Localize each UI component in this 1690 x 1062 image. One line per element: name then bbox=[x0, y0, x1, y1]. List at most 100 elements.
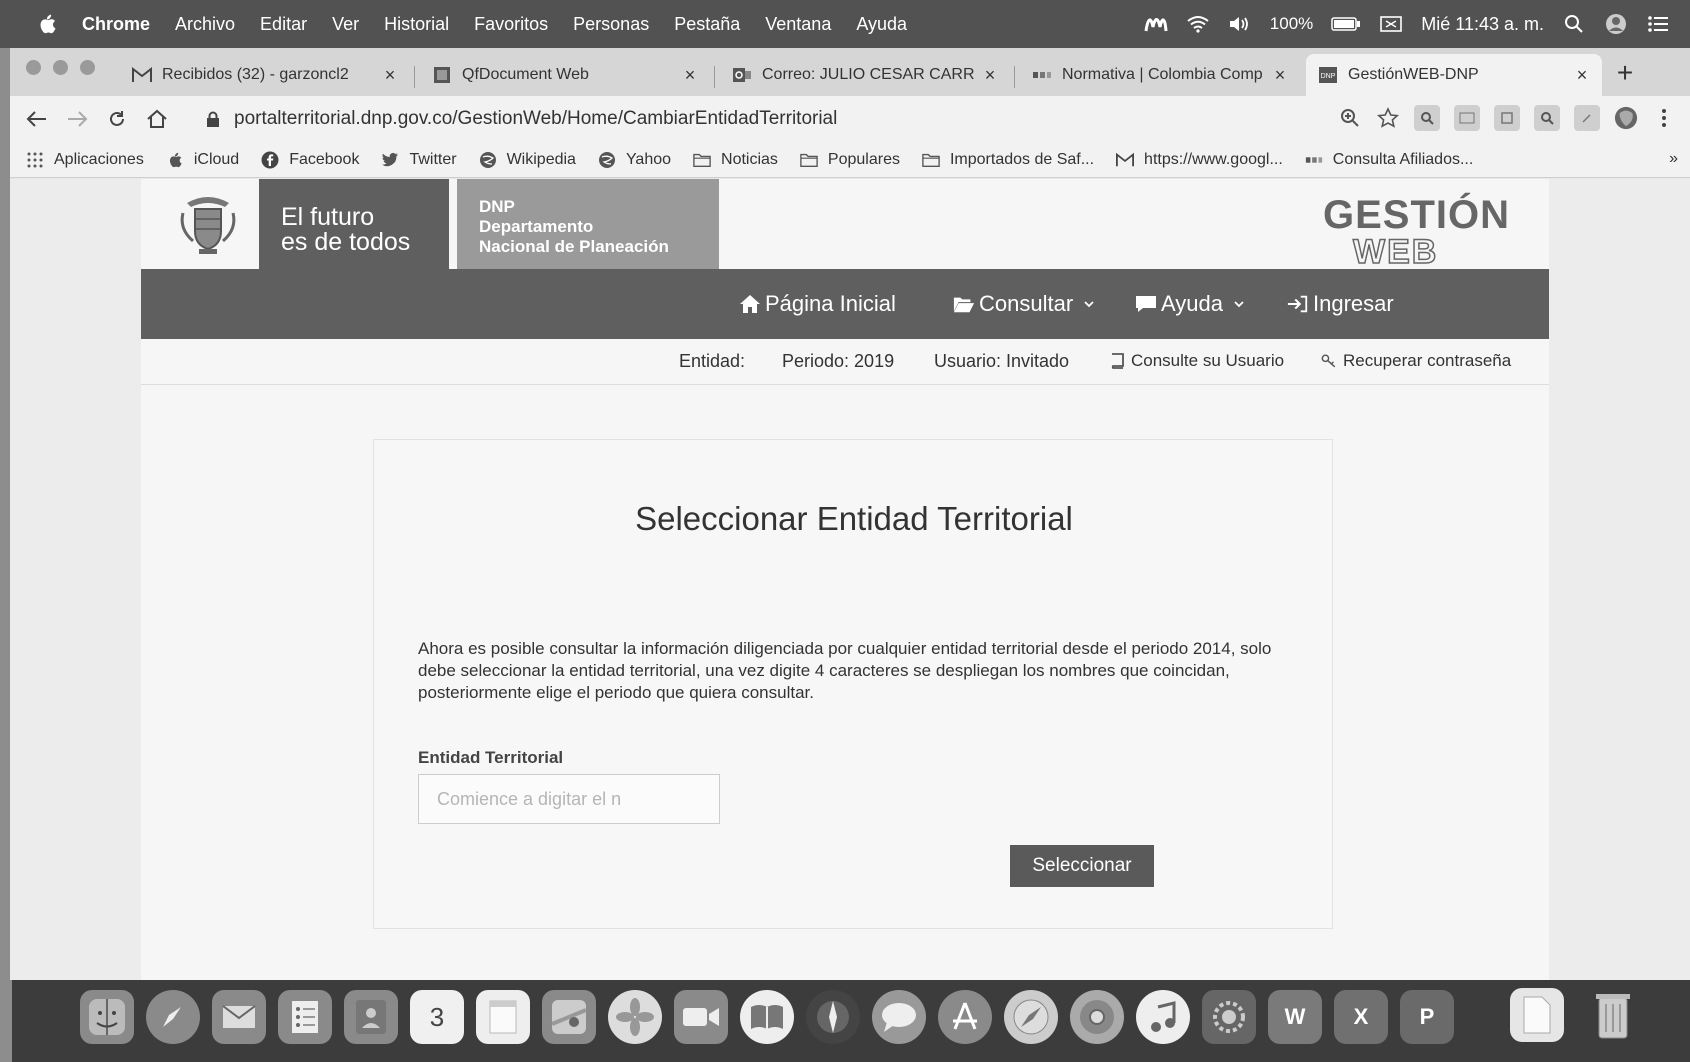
volume-icon[interactable] bbox=[1228, 13, 1252, 35]
books-icon[interactable] bbox=[740, 990, 794, 1044]
menu-archivo[interactable]: Archivo bbox=[175, 14, 235, 35]
powerpoint-icon[interactable]: P bbox=[1400, 990, 1454, 1044]
facebook-icon bbox=[261, 151, 279, 168]
notes-icon[interactable] bbox=[476, 990, 530, 1044]
bookmark-consulta-afiliados[interactable]: Consulta Afiliados... bbox=[1305, 150, 1474, 169]
wifi-icon[interactable] bbox=[1186, 13, 1210, 35]
app-store-icon[interactable] bbox=[938, 990, 992, 1044]
menu-app-name[interactable]: Chrome bbox=[82, 14, 150, 35]
extension-clip-icon[interactable] bbox=[1574, 105, 1600, 131]
extension-pc-icon[interactable] bbox=[1454, 105, 1480, 131]
gestion-web-logo[interactable]: GESTIÓN WEB bbox=[1323, 195, 1513, 270]
trash-icon[interactable] bbox=[1586, 988, 1640, 1042]
bookmark-importados[interactable]: Importados de Saf... bbox=[922, 151, 1094, 169]
recuperar-contrasena-link[interactable]: Recuperar contraseña bbox=[1321, 351, 1511, 371]
tab-close-icon[interactable]: × bbox=[1272, 66, 1288, 84]
notification-center-icon[interactable] bbox=[1646, 13, 1670, 35]
mail-icon[interactable] bbox=[212, 990, 266, 1044]
address-bar[interactable]: portalterritorial.dnp.gov.co/GestionWeb/… bbox=[206, 104, 1306, 134]
bookmark-star-icon[interactable] bbox=[1376, 107, 1400, 129]
zoom-icon[interactable] bbox=[1338, 107, 1362, 129]
bookmark-icloud[interactable]: iCloud bbox=[166, 151, 239, 169]
display-icon[interactable] bbox=[1379, 13, 1403, 35]
system-preferences-icon[interactable] bbox=[1202, 990, 1256, 1044]
bookmark-yahoo[interactable]: Yahoo bbox=[598, 151, 671, 169]
extension-search-icon[interactable] bbox=[1414, 105, 1440, 131]
consulte-usuario-link[interactable]: Consulte su Usuario bbox=[1109, 351, 1284, 371]
contacts-icon[interactable] bbox=[344, 990, 398, 1044]
messages-icon[interactable] bbox=[872, 990, 926, 1044]
maps-icon[interactable] bbox=[542, 990, 596, 1044]
bookmark-populares[interactable]: Populares bbox=[800, 151, 900, 169]
link-label: Consulte su Usuario bbox=[1131, 351, 1285, 370]
extension-square-icon[interactable] bbox=[1494, 105, 1520, 131]
seleccionar-button[interactable]: Seleccionar bbox=[1010, 845, 1154, 887]
movistar-icon[interactable] bbox=[1144, 13, 1168, 35]
tab-gestionweb-dnp[interactable]: DNP GestiónWEB-DNP × bbox=[1306, 54, 1602, 96]
tab-close-icon[interactable]: × bbox=[1574, 66, 1590, 84]
window-minimize-button[interactable] bbox=[53, 60, 68, 75]
menu-personas[interactable]: Personas bbox=[573, 14, 649, 35]
window-close-button[interactable] bbox=[26, 60, 41, 75]
battery-icon[interactable] bbox=[1331, 13, 1361, 35]
facetime-icon[interactable] bbox=[674, 990, 728, 1044]
tab-close-icon[interactable]: × bbox=[382, 66, 398, 84]
safari-compass-icon[interactable] bbox=[806, 990, 860, 1044]
new-tab-button[interactable]: + bbox=[1610, 58, 1640, 88]
itunes-icon[interactable] bbox=[1136, 990, 1190, 1044]
nav-ingresar[interactable]: Ingresar bbox=[1287, 269, 1394, 339]
window-zoom-button[interactable] bbox=[80, 60, 95, 75]
reload-button[interactable] bbox=[104, 106, 130, 132]
home-button[interactable] bbox=[144, 106, 170, 132]
bookmark-aplicaciones[interactable]: Aplicaciones bbox=[26, 151, 144, 169]
menu-pestana[interactable]: Pestaña bbox=[674, 14, 740, 35]
profile-avatar-icon[interactable] bbox=[1614, 106, 1638, 130]
menu-ayuda[interactable]: Ayuda bbox=[856, 14, 907, 35]
chrome-menu-icon[interactable] bbox=[1652, 107, 1676, 129]
document-file-icon[interactable] bbox=[1510, 988, 1564, 1042]
select-entity-panel: Seleccionar Entidad Territorial Ahora es… bbox=[373, 439, 1333, 929]
bookmark-facebook[interactable]: Facebook bbox=[261, 151, 359, 169]
menu-clock[interactable]: Mié 11:43 a. m. bbox=[1421, 14, 1544, 35]
calendar-icon[interactable]: 3 bbox=[410, 990, 464, 1044]
tab-colombia-compra[interactable]: Normativa | Colombia Comp × bbox=[1020, 54, 1300, 96]
tab-outlook[interactable]: Correo: JULIO CESAR CARR × bbox=[720, 54, 1010, 96]
finder-icon[interactable] bbox=[80, 990, 134, 1044]
menu-editar[interactable]: Editar bbox=[260, 14, 307, 35]
lock-icon[interactable] bbox=[206, 111, 220, 127]
coat-of-arms-logo[interactable] bbox=[177, 189, 239, 259]
user-avatar-icon[interactable] bbox=[1604, 13, 1628, 35]
tab-close-icon[interactable]: × bbox=[982, 66, 998, 84]
photos-icon[interactable] bbox=[608, 990, 662, 1044]
word-icon[interactable]: W bbox=[1268, 990, 1322, 1044]
nav-ayuda[interactable]: Ayuda bbox=[1135, 269, 1245, 339]
menu-ventana[interactable]: Ventana bbox=[765, 14, 831, 35]
bookmark-twitter[interactable]: Twitter bbox=[381, 151, 457, 169]
tab-close-icon[interactable]: × bbox=[682, 66, 698, 84]
menu-favoritos[interactable]: Favoritos bbox=[474, 14, 548, 35]
dnp-banner[interactable]: DNP Departamento Nacional de Planeación bbox=[457, 179, 719, 269]
url-text[interactable]: portalterritorial.dnp.gov.co/GestionWeb/… bbox=[234, 108, 837, 130]
menu-ver[interactable]: Ver bbox=[332, 14, 359, 35]
tab-qfdocument[interactable]: QfDocument Web × bbox=[420, 54, 710, 96]
bookmark-google[interactable]: https://www.googl... bbox=[1116, 151, 1283, 169]
bookmark-noticias[interactable]: Noticias bbox=[693, 151, 778, 169]
nav-pagina-inicial[interactable]: Página Inicial bbox=[739, 269, 896, 339]
spotlight-search-icon[interactable] bbox=[1562, 13, 1586, 35]
tab-gmail[interactable]: Recibidos (32) - garzoncl2 × bbox=[120, 54, 410, 96]
back-button[interactable] bbox=[24, 106, 50, 132]
nav-consultar[interactable]: Consultar bbox=[953, 269, 1095, 339]
bookmark-label: Consulta Afiliados... bbox=[1332, 150, 1474, 168]
excel-icon[interactable]: X bbox=[1334, 990, 1388, 1044]
forward-button[interactable] bbox=[64, 106, 90, 132]
safari-icon[interactable] bbox=[1004, 990, 1058, 1044]
bookmarks-overflow-button[interactable]: » bbox=[1669, 150, 1678, 168]
apple-menu-icon[interactable] bbox=[38, 14, 56, 34]
launchpad-icon[interactable] bbox=[146, 990, 200, 1044]
menu-historial[interactable]: Historial bbox=[384, 14, 449, 35]
entidad-territorial-input[interactable] bbox=[418, 774, 720, 824]
extension-magnifier-icon[interactable] bbox=[1534, 105, 1560, 131]
reminders-icon[interactable] bbox=[278, 990, 332, 1044]
chrome-icon[interactable] bbox=[1070, 990, 1124, 1044]
bookmark-wikipedia[interactable]: Wikipedia bbox=[479, 151, 576, 169]
